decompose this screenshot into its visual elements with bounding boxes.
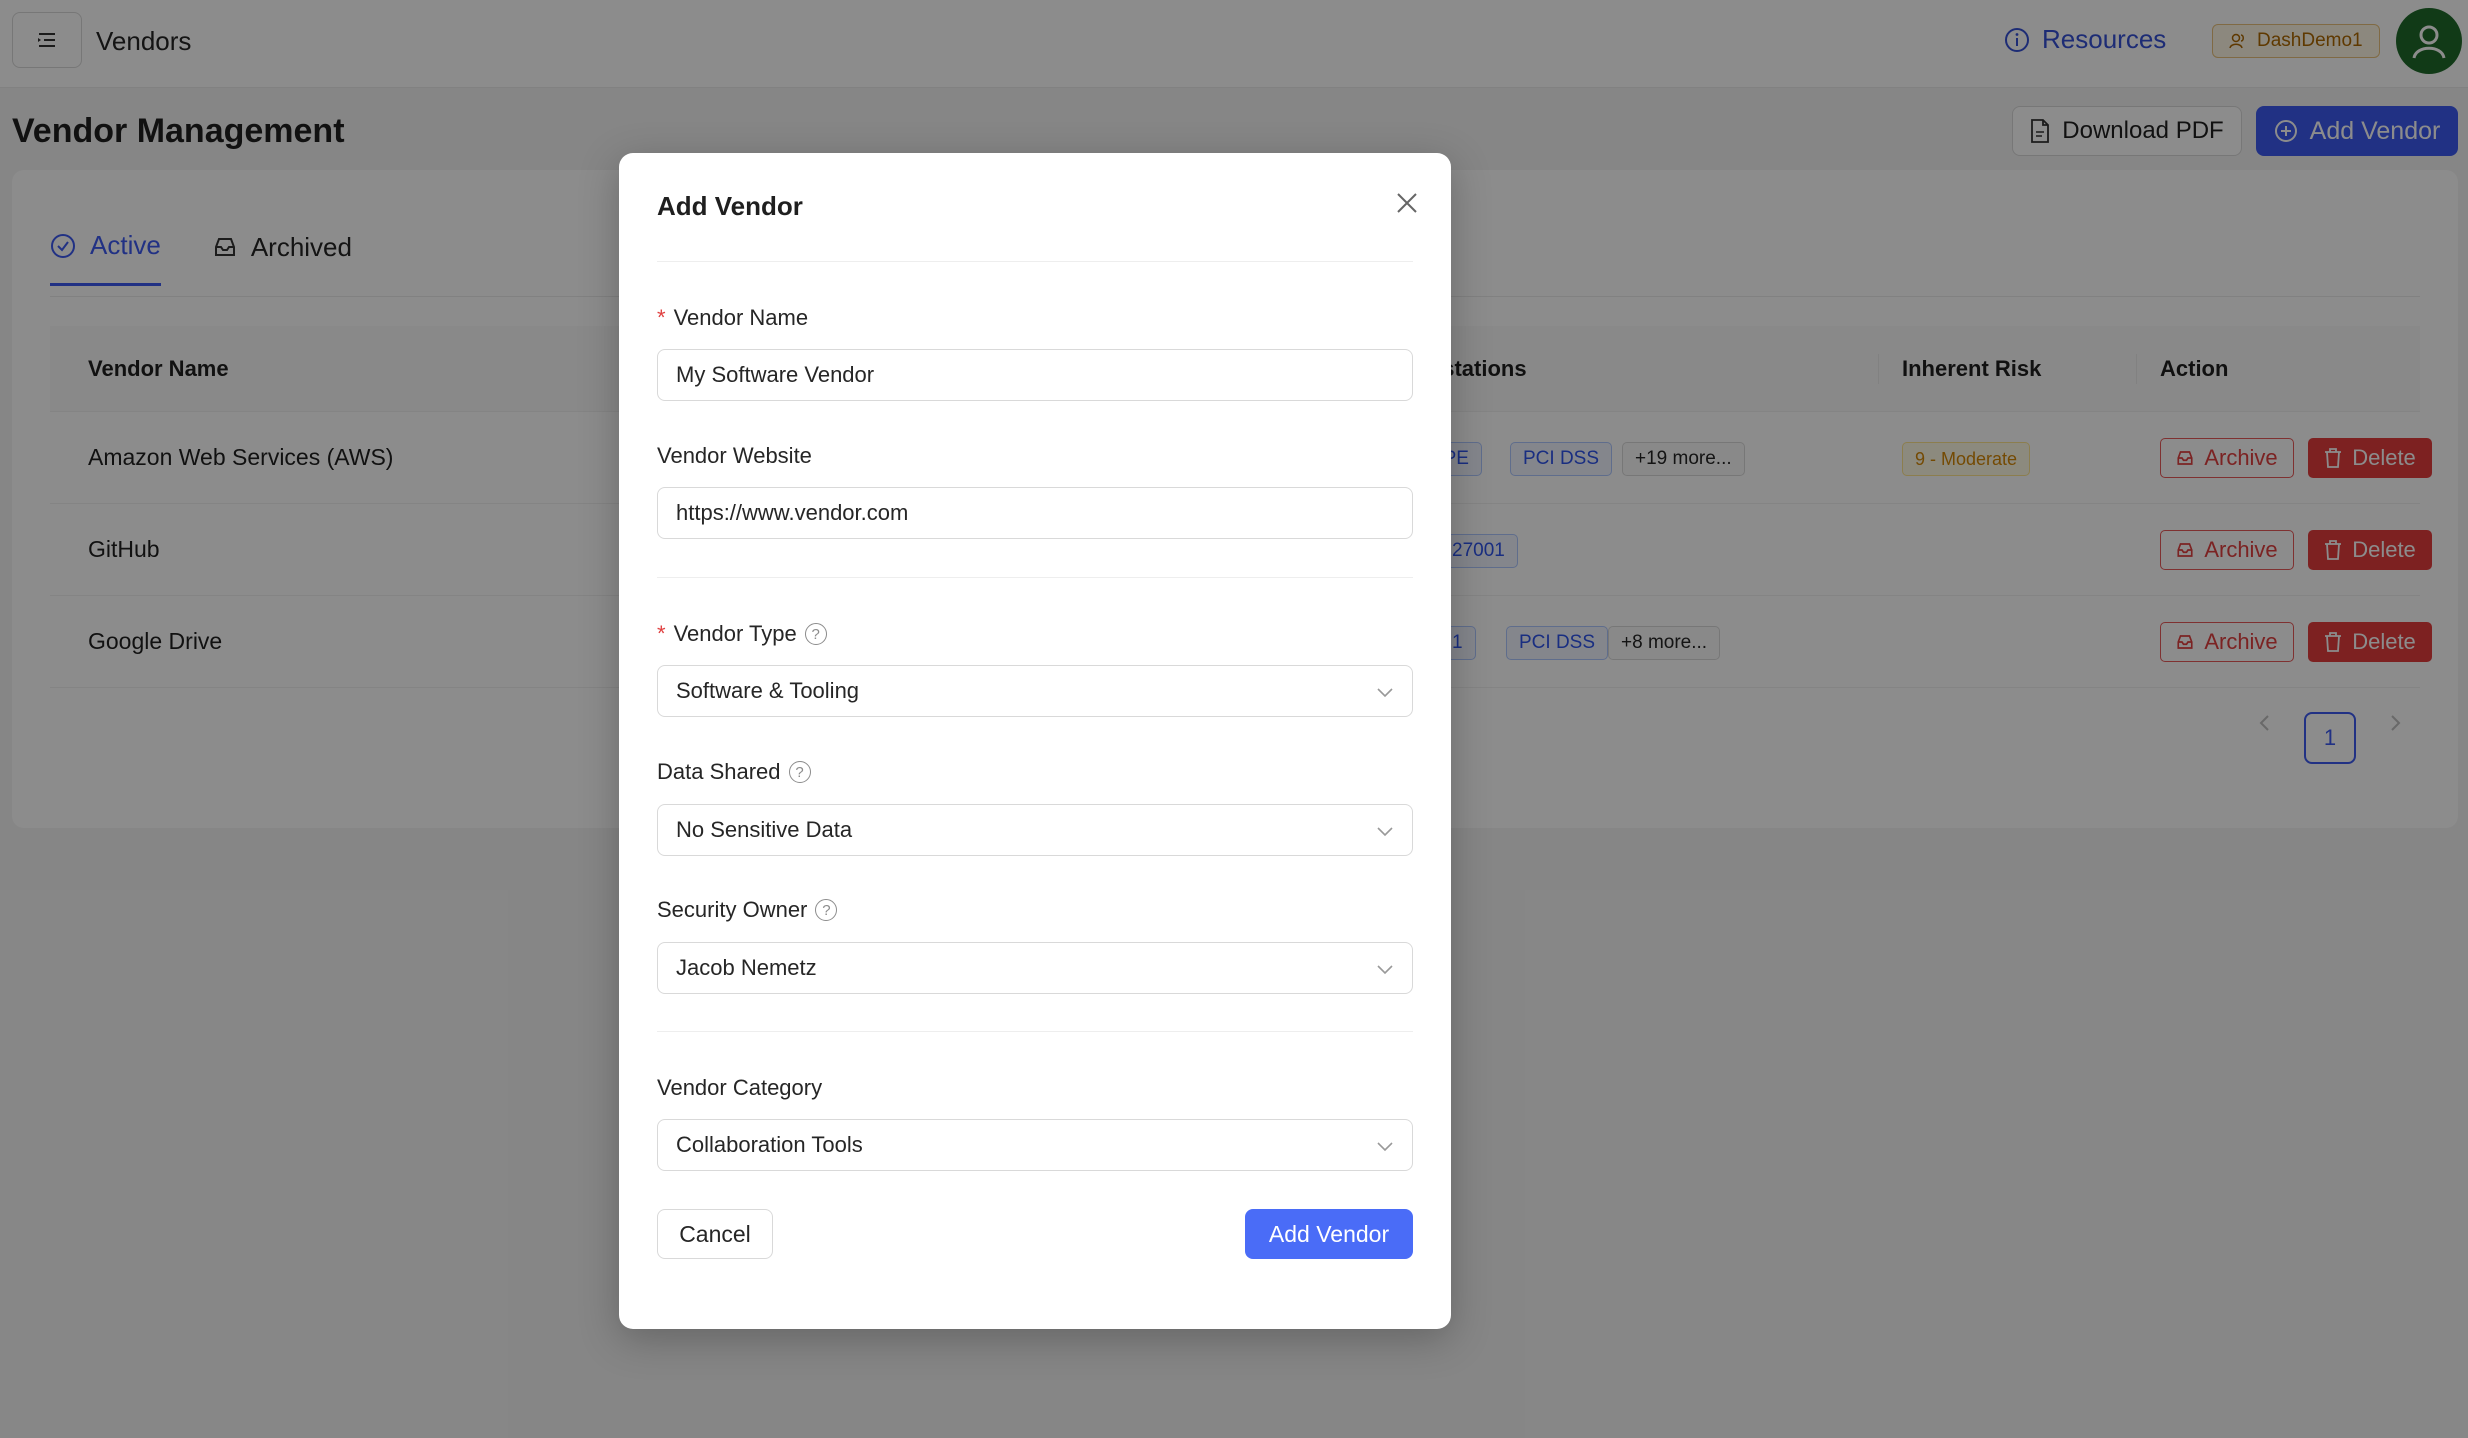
chevron-down-icon bbox=[1377, 965, 1393, 975]
vendor-website-label: Vendor Website bbox=[657, 443, 812, 469]
vendor-category-select[interactable]: Collaboration Tools bbox=[657, 1119, 1413, 1171]
modal-title: Add Vendor bbox=[657, 191, 803, 221]
security-owner-label: Security Owner ? bbox=[657, 897, 838, 923]
vendor-name-input[interactable]: My Software Vendor bbox=[657, 349, 1413, 401]
data-shared-select[interactable]: No Sensitive Data bbox=[657, 804, 1413, 856]
security-owner-label-text: Security Owner bbox=[657, 897, 808, 922]
vendor-website-input[interactable]: https://www.vendor.com bbox=[657, 487, 1413, 539]
vendor-type-label: * Vendor Type ? bbox=[657, 621, 827, 647]
cancel-button[interactable]: Cancel bbox=[657, 1209, 773, 1259]
help-icon[interactable]: ? bbox=[788, 761, 811, 783]
required-marker: * bbox=[657, 305, 666, 330]
security-owner-select[interactable]: Jacob Nemetz bbox=[657, 942, 1413, 994]
vendor-category-label: Vendor Category bbox=[657, 1075, 822, 1101]
security-owner-value: Jacob Nemetz bbox=[676, 955, 817, 980]
vendor-type-select[interactable]: Software & Tooling bbox=[657, 665, 1413, 717]
vendor-website-label-text: Vendor Website bbox=[657, 443, 812, 468]
required-marker: * bbox=[657, 621, 666, 646]
vendor-name-label-text: Vendor Name bbox=[673, 305, 809, 330]
add-vendor-modal: Add Vendor * Vendor Name My Software Ven… bbox=[619, 153, 1451, 1329]
help-icon[interactable]: ? bbox=[815, 899, 838, 921]
modal-divider bbox=[657, 261, 1413, 262]
chevron-down-icon bbox=[1377, 1142, 1393, 1152]
chevron-down-icon bbox=[1377, 827, 1393, 837]
data-shared-value: No Sensitive Data bbox=[676, 817, 853, 842]
vendor-type-value: Software & Tooling bbox=[676, 678, 860, 703]
modal-divider bbox=[657, 577, 1413, 578]
data-shared-label-text: Data Shared bbox=[657, 759, 781, 784]
close-icon bbox=[1397, 193, 1417, 213]
vendor-name-label: * Vendor Name bbox=[657, 305, 808, 331]
vendor-category-label-text: Vendor Category bbox=[657, 1075, 823, 1100]
vendor-type-label-text: Vendor Type bbox=[673, 621, 797, 646]
data-shared-label: Data Shared ? bbox=[657, 759, 811, 785]
modal-divider bbox=[657, 1031, 1413, 1032]
submit-add-vendor-button[interactable]: Add Vendor bbox=[1245, 1209, 1413, 1259]
chevron-down-icon bbox=[1377, 688, 1393, 698]
vendor-category-value: Collaboration Tools bbox=[676, 1132, 863, 1157]
help-icon[interactable]: ? bbox=[804, 623, 827, 645]
close-button[interactable] bbox=[1389, 185, 1425, 221]
